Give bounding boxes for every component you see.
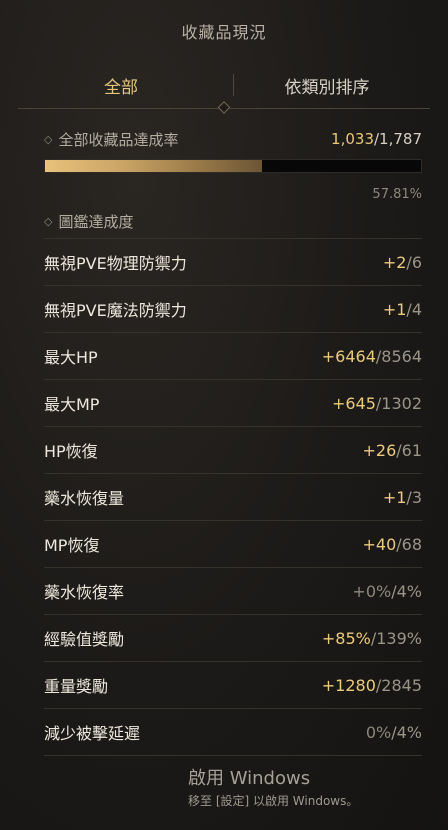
stat-name: 重量獎勵 xyxy=(44,677,109,696)
summary-section: ◇ 全部收藏品達成率 1,033/1,787 57.81% ◇ 圖鑑達成度 xyxy=(0,123,448,239)
stat-total: 68 xyxy=(401,534,422,554)
stat-name: 最大MP xyxy=(44,395,100,414)
windows-activation-watermark: 啟用 Windows 移至 [設定] 以啟用 Windows。 xyxy=(188,764,358,809)
diamond-bullet-icon: ◇ xyxy=(44,214,53,228)
stat-list[interactable]: 無視PVE物理防禦力 +2/6 無視PVE魔法防禦力 +1/4 最大HP +6464/85… xyxy=(0,239,448,756)
stat-name: MP恢復 xyxy=(44,536,100,555)
stat-current: +1 xyxy=(382,487,407,507)
panel-title: 收藏品現況 xyxy=(0,0,448,62)
stat-current: +1280 xyxy=(321,675,376,695)
tab-divider xyxy=(233,74,234,96)
collection-status-panel: 收藏品現況 全部 依類別排序 ◇ 全部收藏品達成率 1,033/1,787 57… xyxy=(0,0,448,756)
stat-value: +0%/4% xyxy=(352,582,422,601)
stat-current: +85% xyxy=(321,628,371,648)
diamond-bullet-icon: ◇ xyxy=(44,132,53,146)
stat-total: 8564 xyxy=(381,346,422,366)
watermark-subtitle: 移至 [設定] 以啟用 Windows。 xyxy=(188,794,359,808)
codex-label: ◇ 圖鑑達成度 xyxy=(44,211,133,232)
stat-name: 經驗值獎勵 xyxy=(44,630,125,649)
completion-progress-bar xyxy=(44,159,422,173)
stat-value: +1/3 xyxy=(383,488,422,507)
stat-row: 最大HP +6464/8564 xyxy=(44,333,422,380)
stat-current: +26 xyxy=(362,440,397,460)
stat-name: 最大HP xyxy=(44,348,98,367)
codex-label-text: 圖鑑達成度 xyxy=(58,212,134,231)
stat-row: 藥水恢復量 +1/3 xyxy=(44,474,422,521)
stat-row: 重量獎勵 +1280/2845 xyxy=(44,662,422,709)
stat-name: 無視PVE物理防禦力 xyxy=(44,254,187,273)
stat-row: 最大MP +645/1302 xyxy=(44,380,422,427)
panel-title-text: 收藏品現況 xyxy=(181,23,267,42)
stat-total: 139% xyxy=(376,628,422,648)
stat-row: HP恢復 +26/61 xyxy=(44,427,422,474)
stat-row: 無視PVE物理防禦力 +2/6 xyxy=(44,239,422,286)
completion-current: 1,033 xyxy=(331,130,374,148)
completion-count: 1,033/1,787 xyxy=(331,130,422,148)
stat-value: +40/68 xyxy=(362,535,422,554)
stat-total: 4% xyxy=(396,581,422,601)
completion-progress-fill xyxy=(45,160,263,172)
completion-rate-label: ◇ 全部收藏品達成率 xyxy=(44,129,178,150)
stat-current: +1 xyxy=(382,299,407,319)
completion-total: /1,787 xyxy=(374,130,422,148)
stat-total: 4 xyxy=(411,299,422,319)
stat-name: 藥水恢復量 xyxy=(44,489,125,508)
completion-percent: 57.81% xyxy=(372,187,422,202)
stat-current: 0% xyxy=(365,722,392,742)
stat-value: +6464/8564 xyxy=(322,347,422,366)
stat-row: MP恢復 +40/68 xyxy=(44,521,422,568)
watermark-title: 啟用 Windows xyxy=(188,768,311,789)
stat-total: 1302 xyxy=(381,393,422,413)
codex-heading: ◇ 圖鑑達成度 xyxy=(44,204,422,239)
stat-row: 無視PVE魔法防禦力 +1/4 xyxy=(44,286,422,333)
stat-value: +1280/2845 xyxy=(322,676,422,695)
stat-row: 減少被擊延遲 0%/4% xyxy=(44,709,422,756)
stat-current: +40 xyxy=(362,534,397,554)
stat-current: +645 xyxy=(331,393,376,413)
stat-total: 3 xyxy=(411,487,422,507)
stat-value: +85%/139% xyxy=(322,629,422,648)
stat-current: +6464 xyxy=(321,346,376,366)
stat-total: 6 xyxy=(411,252,422,272)
stat-value: +26/61 xyxy=(362,441,422,460)
stat-name: 無視PVE魔法防禦力 xyxy=(44,301,187,320)
stat-row: 藥水恢復率 +0%/4% xyxy=(44,568,422,615)
stat-total: 2845 xyxy=(381,675,422,695)
stat-current: +2 xyxy=(382,252,407,272)
stat-name: HP恢復 xyxy=(44,442,98,461)
tab-bar: 全部 依類別排序 xyxy=(18,62,430,114)
diamond-ornament-icon xyxy=(217,101,231,114)
tab-all[interactable]: 全部 xyxy=(18,73,224,98)
stat-value: +1/4 xyxy=(383,300,422,319)
stat-value: +645/1302 xyxy=(332,394,422,413)
completion-rate-label-text: 全部收藏品達成率 xyxy=(58,130,179,149)
stat-total: 4% xyxy=(396,722,422,742)
completion-rate-row: ◇ 全部收藏品達成率 1,033/1,787 xyxy=(44,123,422,155)
stat-name: 藥水恢復率 xyxy=(44,583,125,602)
stat-current: +0% xyxy=(352,581,392,601)
stat-total: 61 xyxy=(401,440,422,460)
stat-row: 經驗值獎勵 +85%/139% xyxy=(44,615,422,662)
stat-value: 0%/4% xyxy=(366,723,422,742)
stat-value: +2/6 xyxy=(383,253,422,272)
tab-sort-by-category[interactable]: 依類別排序 xyxy=(224,73,430,98)
stat-name: 減少被擊延遲 xyxy=(44,724,141,743)
